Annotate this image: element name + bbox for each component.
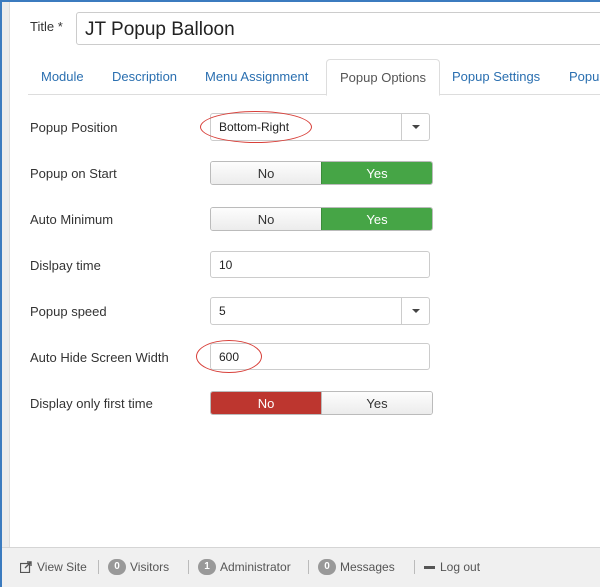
- separator: [98, 560, 99, 574]
- tab-popup-settings[interactable]: Popup Settings: [439, 59, 553, 95]
- popup-on-start-toggle: No Yes: [210, 161, 433, 185]
- visitors-count-badge: 0: [108, 559, 126, 575]
- tab-description[interactable]: Description: [99, 59, 190, 95]
- tab-popup-more[interactable]: Popu: [556, 59, 600, 95]
- admin-count-badge: 1: [198, 559, 216, 575]
- display-first-time-no-button[interactable]: No: [211, 392, 321, 414]
- auto-hide-width-label: Auto Hide Screen Width: [30, 350, 169, 365]
- popup-position-value: Bottom-Right: [219, 120, 290, 134]
- sidebar-strip: [2, 2, 10, 547]
- auto-minimum-toggle: No Yes: [210, 207, 433, 231]
- popup-speed-value: 5: [219, 304, 226, 318]
- tab-popup-options[interactable]: Popup Options: [326, 59, 441, 96]
- popup-on-start-label: Popup on Start: [30, 166, 117, 181]
- display-first-time-toggle: No Yes: [210, 391, 433, 415]
- external-link-icon: [20, 561, 32, 573]
- auto-hide-width-input[interactable]: 600: [210, 343, 430, 370]
- title-label: Title *: [30, 19, 63, 34]
- logout-label: Log out: [440, 560, 481, 574]
- tab-menu-assignment[interactable]: Menu Assignment: [192, 59, 321, 95]
- popup-speed-dropdown-toggle[interactable]: [401, 298, 429, 324]
- popup-speed-label: Popup speed: [30, 304, 107, 319]
- tab-bar: Module Description Menu Assignment Popup…: [28, 59, 600, 96]
- separator: [188, 560, 189, 574]
- display-time-label: Dislpay time: [30, 258, 101, 273]
- administrator-status[interactable]: 1 Administrator: [198, 558, 291, 576]
- visitors-label: Visitors: [130, 560, 170, 574]
- display-first-time-label: Display only first time: [30, 396, 153, 411]
- logout-link[interactable]: Log out: [424, 558, 480, 576]
- messages-count-badge: 0: [318, 559, 336, 575]
- minus-icon: [424, 565, 435, 569]
- visitors-status[interactable]: 0 Visitors: [108, 558, 169, 576]
- messages-status[interactable]: 0 Messages: [318, 558, 395, 576]
- administrator-label: Administrator: [220, 560, 291, 574]
- separator: [308, 560, 309, 574]
- popup-on-start-no-button[interactable]: No: [211, 162, 321, 184]
- auto-minimum-no-button[interactable]: No: [211, 208, 321, 230]
- popup-position-select[interactable]: Bottom-Right: [210, 113, 430, 141]
- auto-minimum-label: Auto Minimum: [30, 212, 114, 227]
- status-bar: View Site 0 Visitors 1 Administrator 0 M…: [2, 547, 600, 587]
- view-site-label: View Site: [37, 560, 87, 574]
- popup-speed-select[interactable]: 5: [210, 297, 430, 325]
- auto-minimum-yes-button[interactable]: Yes: [321, 208, 432, 230]
- title-input[interactable]: JT Popup Balloon: [76, 12, 600, 45]
- view-site-link[interactable]: View Site: [20, 558, 87, 576]
- chevron-down-icon: [411, 309, 420, 313]
- popup-on-start-yes-button[interactable]: Yes: [321, 162, 432, 184]
- messages-label: Messages: [340, 560, 395, 574]
- tab-module[interactable]: Module: [28, 59, 97, 95]
- display-time-input[interactable]: 10: [210, 251, 430, 278]
- separator: [414, 560, 415, 574]
- popup-position-dropdown-toggle[interactable]: [401, 114, 429, 140]
- display-first-time-yes-button[interactable]: Yes: [321, 392, 432, 414]
- popup-position-label: Popup Position: [30, 120, 118, 135]
- chevron-down-icon: [411, 125, 420, 129]
